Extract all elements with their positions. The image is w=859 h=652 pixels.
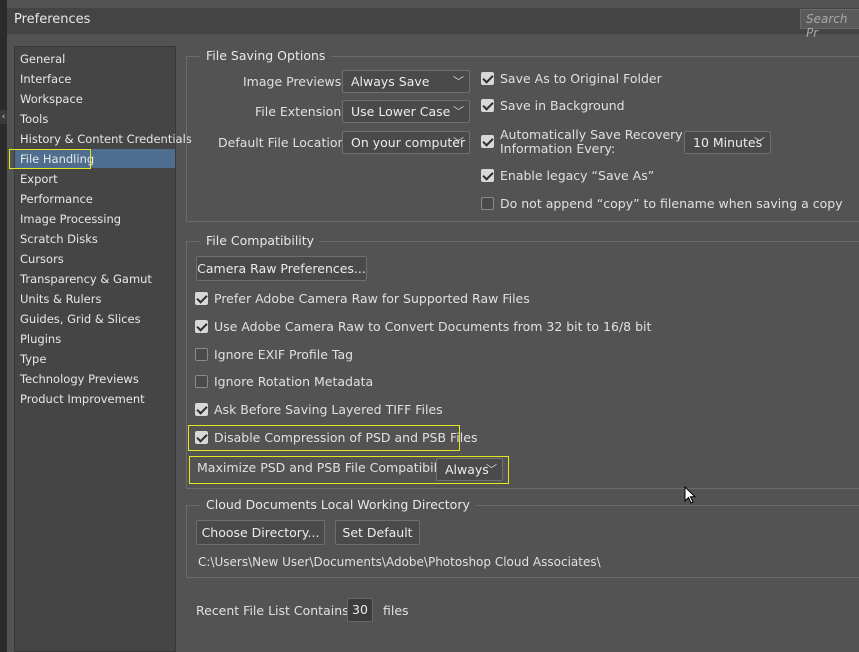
sidebar-item-performance[interactable]: Performance (20, 192, 93, 206)
sidebar-item-cursors[interactable]: Cursors (20, 252, 64, 266)
file-extension-label: File Extension: (255, 104, 346, 119)
disable-compression-checkbox[interactable] (195, 431, 208, 444)
file-extension-value: Use Lower Case (351, 104, 451, 119)
collapse-arrow-icon[interactable]: ‹ (0, 110, 7, 124)
sidebar-item-image-processing[interactable]: Image Processing (20, 212, 121, 226)
auto-save-checkbox[interactable] (481, 135, 494, 148)
sidebar-item-interface[interactable]: Interface (20, 72, 72, 86)
sidebar-item-guides[interactable]: Guides, Grid & Slices (20, 312, 141, 326)
window-title: Preferences (14, 12, 91, 27)
choose-directory-button[interactable]: Choose Directory... (196, 520, 325, 545)
camera-raw-preferences-button[interactable]: Camera Raw Preferences... (196, 256, 367, 281)
sidebar-item-plugins[interactable]: Plugins (20, 332, 61, 346)
legacy-save-as-label: Enable legacy “Save As” (500, 168, 655, 183)
disable-compression-label: Disable Compression of PSD and PSB Files (214, 430, 478, 445)
window-left-edge (0, 0, 7, 652)
maximize-compat-label: Maximize PSD and PSB File Compatibility: (197, 460, 457, 475)
recent-files-label: Recent File List Contains: (196, 603, 353, 618)
no-copy-append-label: Do not append “copy” to filename when sa… (500, 196, 843, 211)
save-as-original-checkbox[interactable] (481, 72, 494, 85)
image-previews-select[interactable]: Always Save ﹀ (342, 70, 470, 93)
sidebar-item-product-improvement[interactable]: Product Improvement (20, 392, 145, 406)
default-location-select[interactable]: On your computer ﹀ (342, 131, 470, 154)
ignore-exif-checkbox[interactable] (195, 348, 208, 361)
save-in-background-label: Save in Background (500, 98, 625, 113)
auto-save-label-line2: Information Every: (500, 141, 616, 156)
file-saving-title: File Saving Options (200, 48, 332, 63)
default-location-label: Default File Location: (218, 135, 350, 150)
ask-layered-tiff-checkbox[interactable] (195, 403, 208, 416)
save-as-original-label: Save As to Original Folder (500, 71, 662, 86)
chevron-down-icon: ﹀ (453, 136, 464, 149)
sidebar-item-history[interactable]: History & Content Credentials (20, 132, 192, 146)
save-in-background-checkbox[interactable] (481, 99, 494, 112)
maximize-compat-value: Always (445, 462, 489, 477)
sidebar-item-type[interactable]: Type (20, 352, 46, 366)
chevron-down-icon: ﹀ (754, 136, 765, 149)
cloud-directory-path: C:\Users\New User\Documents\Adobe\Photos… (198, 555, 601, 569)
mouse-cursor-icon (684, 486, 697, 504)
sidebar-item-workspace[interactable]: Workspace (20, 92, 83, 106)
sidebar-item-tools[interactable]: Tools (20, 112, 48, 126)
chevron-down-icon: ﹀ (453, 105, 464, 118)
auto-save-label-line1: Automatically Save Recovery (500, 127, 683, 142)
auto-save-interval-value: 10 Minutes (693, 135, 763, 150)
cloud-docs-title: Cloud Documents Local Working Directory (200, 497, 476, 512)
search-placeholder: Search Pr (806, 12, 848, 40)
default-location-value: On your computer (351, 135, 466, 150)
no-copy-append-checkbox[interactable] (481, 197, 494, 210)
title-bar (7, 8, 859, 34)
ignore-rotation-label: Ignore Rotation Metadata (214, 374, 374, 389)
image-previews-label: Image Previews: (243, 74, 346, 89)
sidebar-item-technology-previews[interactable]: Technology Previews (20, 372, 139, 386)
auto-save-interval-select[interactable]: 10 Minutes ﹀ (684, 131, 771, 154)
recent-files-suffix: files (383, 603, 409, 618)
legacy-save-as-checkbox[interactable] (481, 169, 494, 182)
chevron-down-icon: ﹀ (453, 75, 464, 88)
set-default-button[interactable]: Set Default (335, 520, 420, 545)
sidebar-item-scratch-disks[interactable]: Scratch Disks (20, 232, 98, 246)
file-compat-title: File Compatibility (200, 233, 321, 248)
highlight-box (9, 149, 91, 169)
ask-layered-tiff-label: Ask Before Saving Layered TIFF Files (214, 402, 443, 417)
image-previews-value: Always Save (351, 74, 430, 89)
camera-raw-convert-label: Use Adobe Camera Raw to Convert Document… (214, 319, 652, 334)
sidebar-item-transparency[interactable]: Transparency & Gamut (20, 272, 152, 286)
ignore-exif-label: Ignore EXIF Profile Tag (214, 347, 354, 362)
sidebar-item-units[interactable]: Units & Rulers (20, 292, 101, 306)
recent-files-count-input[interactable]: 30 (347, 598, 373, 622)
prefer-camera-raw-label: Prefer Adobe Camera Raw for Supported Ra… (214, 291, 530, 306)
maximize-compat-select[interactable]: Always ﹀ (436, 458, 503, 481)
camera-raw-convert-checkbox[interactable] (195, 320, 208, 333)
prefer-camera-raw-checkbox[interactable] (195, 292, 208, 305)
sidebar-item-general[interactable]: General (20, 52, 65, 66)
chevron-down-icon: ﹀ (486, 463, 497, 476)
file-extension-select[interactable]: Use Lower Case ﹀ (342, 100, 470, 123)
ignore-rotation-checkbox[interactable] (195, 375, 208, 388)
sidebar-item-export[interactable]: Export (20, 172, 58, 186)
